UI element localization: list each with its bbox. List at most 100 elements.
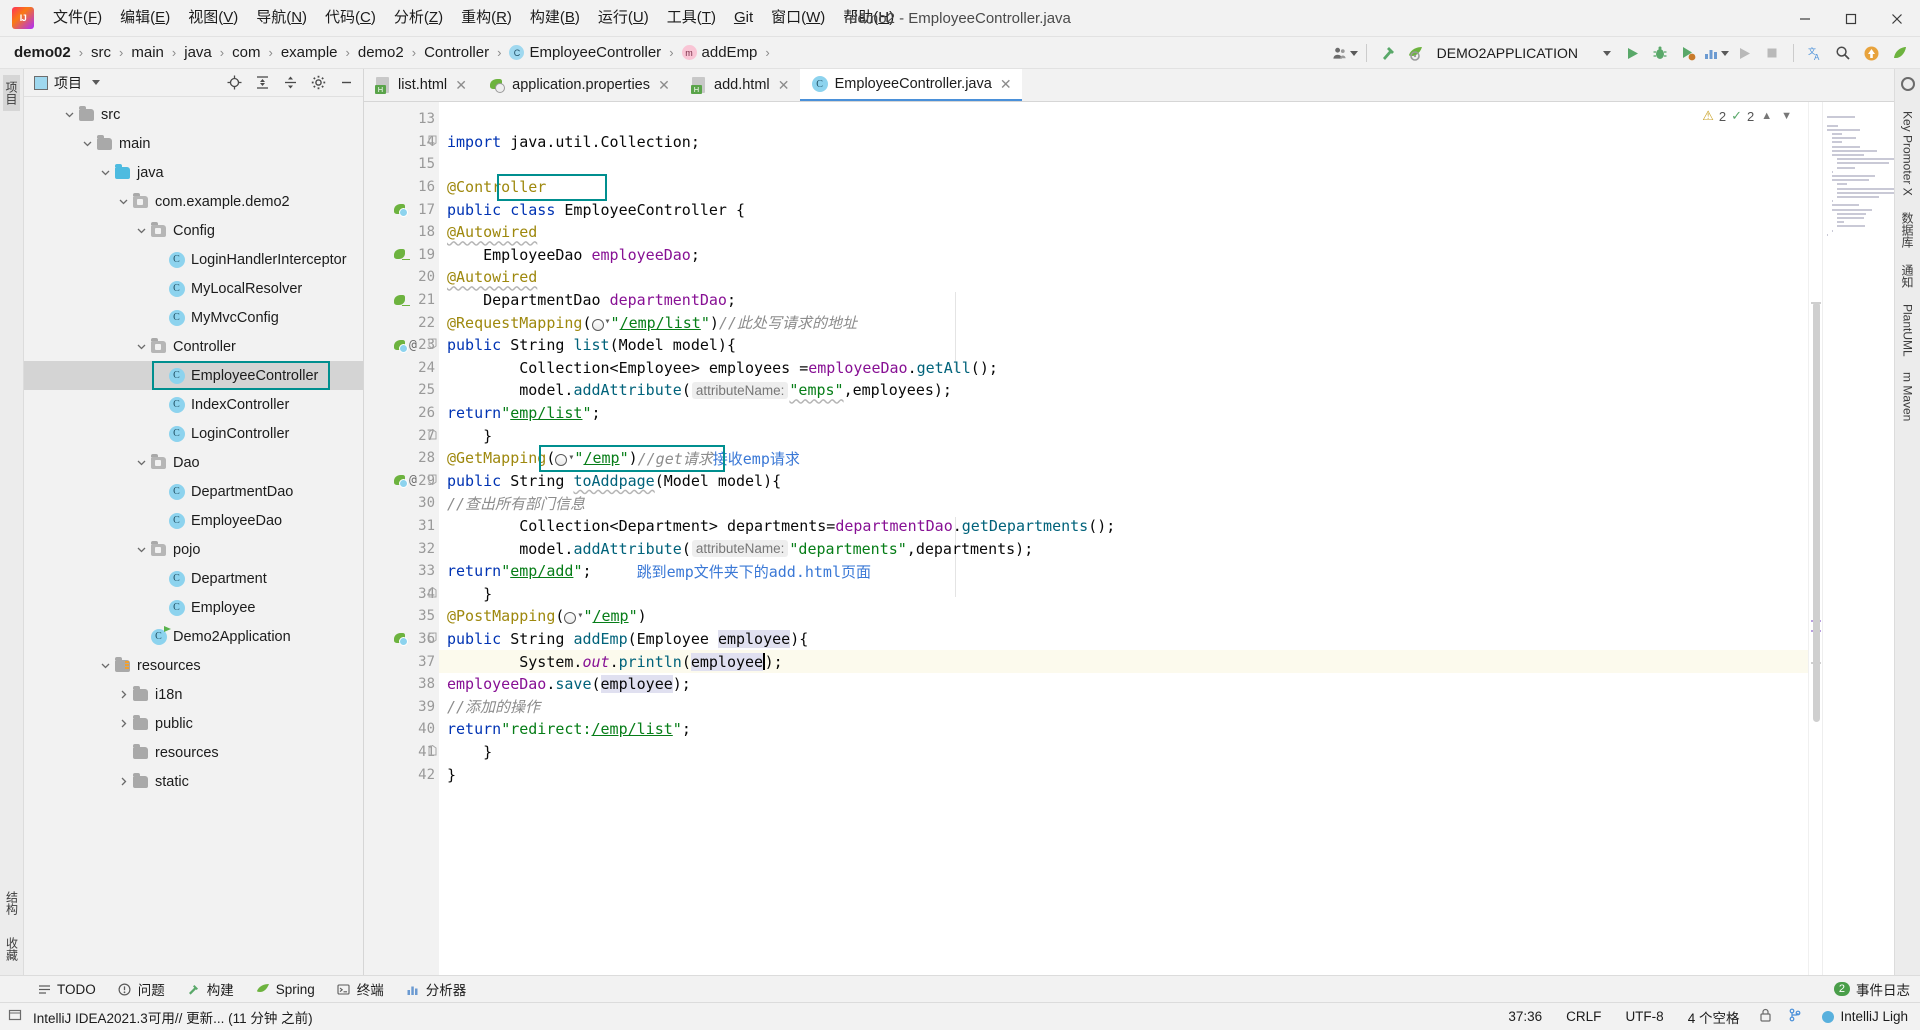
spring-autowire-icon[interactable] — [394, 248, 410, 261]
stop-icon[interactable] — [1759, 40, 1785, 66]
run-configuration-selector[interactable]: DEMO2APPLICATION — [1431, 41, 1617, 65]
code-line-26[interactable]: return " emp/list "; — [439, 402, 1808, 425]
strip-button-maven[interactable]: m Maven — [1901, 372, 1915, 421]
chevron-right-icon[interactable] — [116, 775, 130, 789]
tree-item-controller[interactable]: Controller — [24, 332, 363, 361]
gutter-line-28[interactable]: 28 — [364, 447, 439, 470]
gutter-line-30[interactable]: 30 — [364, 492, 439, 515]
annotation-gutter-icon[interactable]: @ — [409, 473, 417, 488]
code-line-15[interactable] — [439, 153, 1808, 176]
chevron-down-icon[interactable] — [80, 137, 94, 151]
spring-boot-icon[interactable] — [1403, 40, 1429, 66]
gutter-line-16[interactable]: 16 — [364, 176, 439, 199]
chevron-down-icon[interactable] — [116, 195, 130, 209]
editor-tab-add-html[interactable]: add.html ✕ — [680, 69, 800, 101]
gutter-line-32[interactable]: 32 — [364, 537, 439, 560]
line-separator[interactable]: CRLF — [1562, 1007, 1605, 1026]
gutter-line-20[interactable]: 20 — [364, 266, 439, 289]
gutter-line-18[interactable]: 18 — [364, 221, 439, 244]
code-line-28[interactable]: @GetMapping(▾ "/emp ")//get请求 接收emp请求 — [439, 447, 1808, 470]
breadcrumb-item-src[interactable]: src — [89, 43, 113, 62]
menu-item-12[interactable]: 帮助(H) — [834, 5, 903, 31]
theme-indicator[interactable]: IntelliJ Ligh — [1818, 1007, 1912, 1026]
gutter-line-23[interactable]: @23 — [364, 334, 439, 357]
menu-item-1[interactable]: 编辑(E) — [111, 5, 179, 31]
code-line-17[interactable]: public class EmployeeController { — [439, 198, 1808, 221]
gutter-line-38[interactable]: 38 — [364, 673, 439, 696]
gutter-line-14[interactable]: 14 — [364, 131, 439, 154]
tree-item-com-example-demo2[interactable]: com.example.demo2 — [24, 187, 363, 216]
locate-icon[interactable] — [223, 72, 245, 94]
gutter-line-37[interactable]: 37 — [364, 650, 439, 673]
gutter-line-26[interactable]: 26 — [364, 402, 439, 425]
spring-bean-icon[interactable] — [394, 632, 408, 647]
gutter-line-36[interactable]: 36 — [364, 628, 439, 651]
editor-tab-application-properties[interactable]: application.properties ✕ — [477, 69, 680, 101]
close-icon[interactable]: ✕ — [999, 76, 1013, 93]
tree-item-public[interactable]: public — [24, 709, 363, 738]
editor-tab-EmployeeController-java[interactable]: C EmployeeController.java ✕ — [799, 69, 1022, 101]
tool-window-button-problems[interactable]: 问题 — [107, 977, 176, 1001]
tool-window-button-spring[interactable]: Spring — [245, 980, 326, 999]
tool-window-button-profiler[interactable]: 分析器 — [395, 977, 478, 1001]
tree-item-static[interactable]: static — [24, 767, 363, 796]
close-button[interactable] — [1874, 0, 1920, 37]
tree-item-mymvcconfig[interactable]: C MyMvcConfig — [24, 303, 363, 332]
gutter-line-24[interactable]: 24 — [364, 357, 439, 380]
translate-icon[interactable]: 文A — [1802, 40, 1828, 66]
fold-expand-icon[interactable] — [428, 135, 437, 149]
chevron-down-icon[interactable] — [92, 80, 100, 85]
fold-collapse-icon[interactable] — [428, 744, 437, 759]
strip-button-plantuml[interactable]: PlantUML — [1901, 304, 1915, 357]
update-icon[interactable] — [1858, 40, 1884, 66]
code-line-39[interactable]: //添加的操作 — [439, 695, 1808, 718]
strip-button-notifications[interactable]: 通知 — [1899, 264, 1916, 288]
code-line-27[interactable]: } — [439, 424, 1808, 447]
tree-item-employee[interactable]: C Employee — [24, 593, 363, 622]
code-line-30[interactable]: //查出所有部门信息 — [439, 492, 1808, 515]
tool-window-button-terminal[interactable]: 终端 — [326, 977, 395, 1001]
run-with-coverage-icon[interactable] — [1675, 40, 1701, 66]
run-icon[interactable] — [1619, 40, 1645, 66]
spring-autowire-icon[interactable] — [394, 294, 410, 307]
strip-button-structure[interactable]: 结构 — [4, 885, 21, 921]
status-message[interactable]: IntelliJ IDEA2021.3可用// 更新... (11 分钟 之前) — [29, 1005, 317, 1029]
search-icon[interactable] — [1830, 40, 1856, 66]
code-line-29[interactable]: public String toAddpage (Model model){ — [439, 470, 1808, 493]
indent-setting[interactable]: 4 个空格 — [1684, 1005, 1744, 1029]
menu-item-0[interactable]: 文件(F) — [44, 5, 111, 31]
menu-item-7[interactable]: 构建(B) — [521, 5, 589, 31]
chevron-down-icon[interactable] — [62, 108, 76, 122]
gutter-line-25[interactable]: 25 — [364, 379, 439, 402]
gutter-line-22[interactable]: 22 — [364, 311, 439, 334]
menu-item-2[interactable]: 视图(V) — [179, 5, 247, 31]
breadcrumb-item-demo02[interactable]: demo02 — [12, 43, 73, 62]
breadcrumb-item-employeecontroller[interactable]: C EmployeeController — [507, 43, 663, 62]
code-line-38[interactable]: employeeDao. save(employee); — [439, 673, 1808, 696]
fold-expand-icon[interactable] — [428, 338, 437, 352]
gutter-line-40[interactable]: 40 — [364, 718, 439, 741]
ide-feature-icon[interactable] — [1886, 40, 1912, 66]
breadcrumb-item-controller[interactable]: Controller — [422, 43, 491, 62]
code-line-14[interactable]: import java.util.Collection; — [439, 131, 1808, 154]
chevron-right-icon[interactable] — [116, 717, 130, 731]
spring-bean-icon[interactable] — [394, 203, 408, 218]
gutter-line-15[interactable]: 15 — [364, 153, 439, 176]
strip-button-database[interactable]: 数据库 — [1899, 212, 1916, 248]
tree-item-dao[interactable]: Dao — [24, 448, 363, 477]
code-line-36[interactable]: public String addEmp (Employee employee){ — [439, 628, 1808, 651]
lock-icon[interactable] — [1759, 1008, 1772, 1025]
chevron-down-icon[interactable] — [134, 456, 148, 470]
chevron-down-icon[interactable] — [98, 659, 112, 673]
code-line-25[interactable]: model. addAttribute(attributeName: "emps"… — [439, 379, 1808, 402]
gutter-line-13[interactable]: 13 — [364, 108, 439, 131]
tree-item-indexcontroller[interactable]: C IndexController — [24, 390, 363, 419]
breadcrumb-item-addemp[interactable]: m addEmp — [680, 43, 760, 62]
hide-panel-icon[interactable] — [335, 72, 357, 94]
chevron-down-icon[interactable] — [134, 224, 148, 238]
editor-scrollbar-thumb[interactable] — [1813, 302, 1820, 722]
strip-button-project[interactable]: 项目 — [3, 75, 20, 111]
code-line-33[interactable]: return " emp/add "; 跳到emp文件夹下的add.html页面 — [439, 560, 1808, 583]
close-icon[interactable]: ✕ — [657, 77, 671, 94]
annotation-gutter-icon[interactable]: @ — [409, 338, 417, 353]
